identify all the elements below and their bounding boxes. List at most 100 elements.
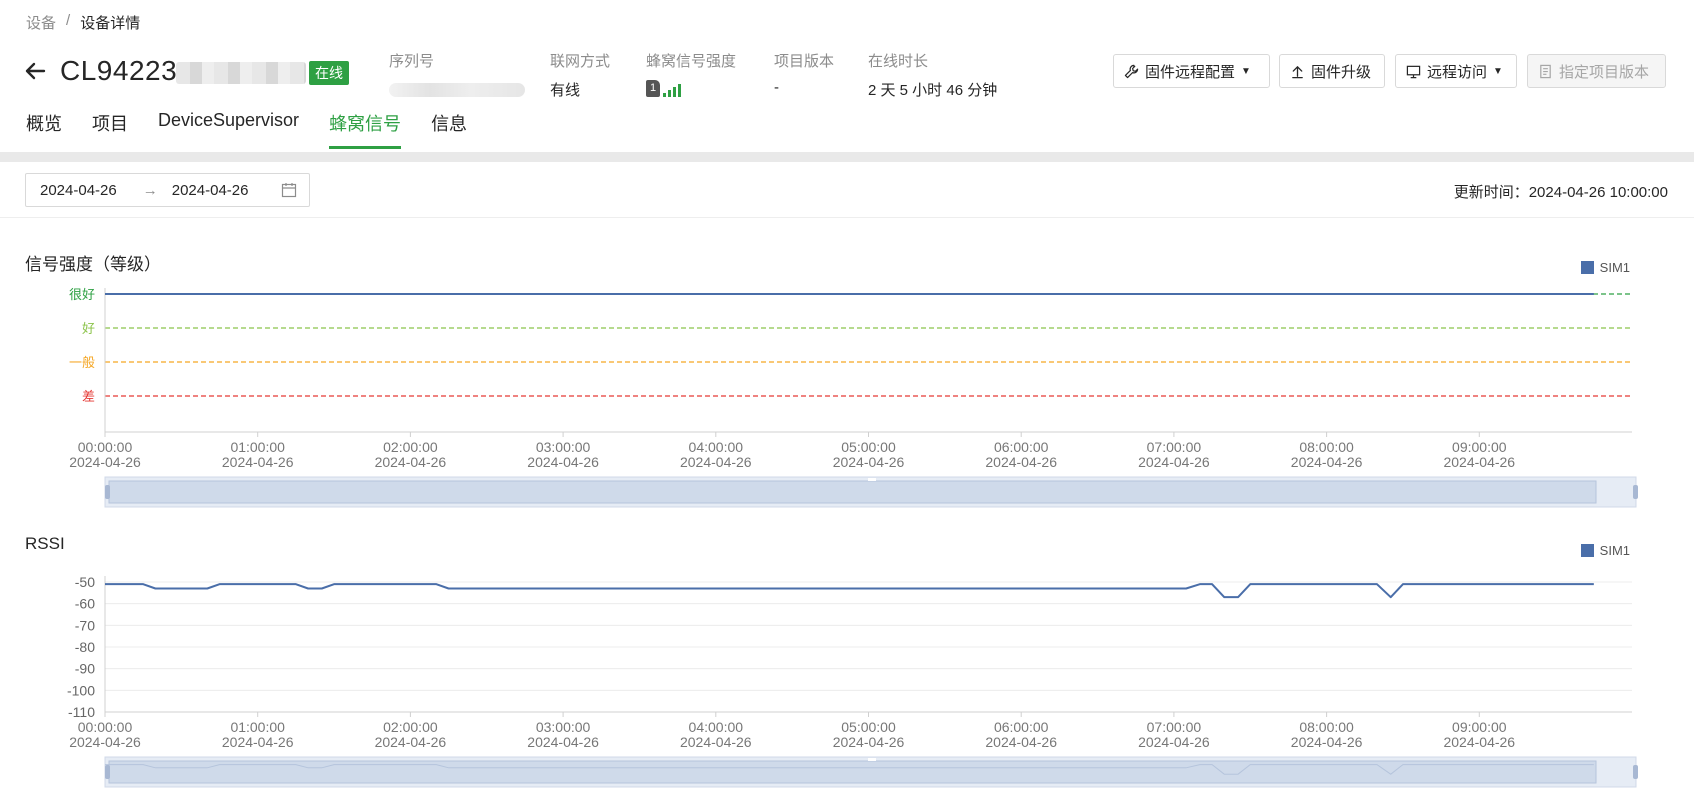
remote-access-label: 远程访问 (1427, 63, 1488, 81)
meta-project-version: 项目版本 - (774, 50, 834, 96)
zoom-slider-left-handle (105, 485, 110, 499)
firmware-config-button[interactable]: 固件远程配置 ▼ (1113, 54, 1270, 88)
series-line-sim1 (105, 583, 1594, 599)
x-tick-label-date: 2024-04-26 (833, 734, 905, 750)
x-tick-label-date: 2024-04-26 (985, 734, 1057, 750)
network-value: 有线 (550, 82, 581, 99)
date-start-input[interactable]: 2024-04-26 (40, 182, 117, 199)
legend-label: SIM1 (1599, 543, 1630, 558)
network-label: 联网方式 (550, 53, 611, 70)
assign-version-label: 指定项目版本 (1559, 63, 1650, 81)
legend-swatch (1580, 261, 1594, 274)
y-level-label: 好 (82, 321, 95, 336)
y-tick-label: -70 (75, 617, 95, 633)
x-tick-label-time: 06:00:00 (994, 439, 1049, 455)
calendar-icon[interactable] (281, 182, 297, 198)
status-badge: 在线 (309, 61, 349, 85)
cellular-signal: 1 (646, 77, 736, 97)
zoom-slider-right-handle (1633, 485, 1638, 499)
x-tick-label-date: 2024-04-26 (833, 454, 905, 470)
x-tick-label-time: 02:00:00 (383, 439, 438, 455)
signal-level-chart: 很好好一般差00:00:002024-04-2601:00:002024-04-… (69, 287, 1638, 508)
back-arrow-icon[interactable] (24, 60, 46, 82)
x-tick-label-time: 03:00:00 (536, 439, 591, 455)
online-value: 2 天 5 小时 46 分钟 (868, 82, 998, 99)
x-tick-label-date: 2024-04-26 (1138, 454, 1210, 470)
y-level-label: 差 (82, 389, 95, 404)
section-divider (0, 152, 1694, 162)
x-tick-label-date: 2024-04-26 (985, 454, 1057, 470)
tab-cellular-signal[interactable]: 蜂窝信号 (329, 110, 402, 149)
signal-level-chart-title: 信号强度（等级） (25, 255, 161, 274)
x-tick-label-date: 2024-04-26 (69, 454, 141, 470)
chevron-down-icon: ▼ (1241, 65, 1251, 77)
assign-version-button[interactable]: 指定项目版本 (1527, 54, 1666, 88)
x-tick-label-time: 05:00:00 (841, 719, 896, 735)
monitor-icon (1406, 65, 1421, 78)
redacted-serial (389, 83, 525, 97)
x-tick-label-date: 2024-04-26 (680, 454, 752, 470)
x-tick-label-time: 04:00:00 (689, 719, 744, 735)
firmware-upgrade-button[interactable]: 固件升级 (1279, 54, 1385, 88)
upload-icon (1292, 65, 1303, 78)
project-version-label: 项目版本 (774, 53, 835, 70)
y-level-label: 很好 (69, 287, 95, 302)
x-tick-label-time: 00:00:00 (78, 719, 133, 735)
remote-access-button[interactable]: 远程访问 ▼ (1395, 54, 1517, 88)
signal-level-legend[interactable]: SIM1 (1580, 260, 1630, 275)
date-range-picker[interactable]: 2024-04-26 → 2024-04-26 (25, 173, 310, 207)
x-tick-label-date: 2024-04-26 (375, 454, 447, 470)
date-end-input[interactable]: 2024-04-26 (172, 182, 249, 199)
tab-bar: 概览 项目 DeviceSupervisor 蜂窝信号 信息 (26, 110, 467, 149)
redacted-device-suffix (176, 62, 306, 84)
x-tick-label-date: 2024-04-26 (375, 734, 447, 750)
x-tick-label-time: 09:00:00 (1452, 439, 1507, 455)
tab-info[interactable]: 信息 (431, 110, 467, 149)
serial-label: 序列号 (389, 53, 435, 70)
chevron-down-icon: ▼ (1493, 65, 1503, 77)
x-tick-label-time: 09:00:00 (1452, 719, 1507, 735)
meta-cellular: 蜂窝信号强度 1 (646, 50, 736, 97)
x-tick-label-date: 2024-04-26 (680, 734, 752, 750)
zoom-slider-grip (868, 758, 876, 761)
y-tick-label: -100 (67, 682, 95, 698)
rssi-chart: -50-60-70-80-90-100-11000:00:002024-04-2… (67, 574, 1638, 788)
x-tick-label-time: 08:00:00 (1299, 719, 1354, 735)
x-tick-label-time: 05:00:00 (841, 439, 896, 455)
rssi-legend[interactable]: SIM1 (1580, 543, 1630, 558)
x-tick-label-time: 00:00:00 (78, 439, 133, 455)
tab-device-supervisor[interactable]: DeviceSupervisor (158, 110, 299, 149)
meta-serial: 序列号 (389, 50, 525, 97)
x-tick-label-time: 01:00:00 (230, 719, 285, 735)
legend-label: SIM1 (1599, 260, 1630, 275)
x-tick-label-date: 2024-04-26 (222, 454, 294, 470)
header-separator (0, 217, 1694, 218)
y-tick-label: -50 (75, 574, 95, 590)
breadcrumb-current: 设备详情 (80, 15, 141, 32)
y-level-label: 一般 (69, 355, 95, 370)
breadcrumb-root[interactable]: 设备 (26, 12, 56, 33)
cellular-label: 蜂窝信号强度 (646, 53, 737, 70)
meta-online-duration: 在线时长 2 天 5 小时 46 分钟 (868, 50, 997, 100)
x-tick-label-date: 2024-04-26 (1291, 454, 1363, 470)
update-time: 更新时间：2024-04-26 10:00:00 (1454, 181, 1668, 202)
zoom-slider-window (108, 480, 1597, 504)
firmware-config-label: 固件远程配置 (1145, 63, 1236, 81)
y-tick-label: -90 (75, 661, 95, 677)
y-tick-label: -110 (68, 704, 95, 720)
breadcrumb: 设备 / 设备详情 (26, 12, 140, 33)
x-tick-label-time: 08:00:00 (1299, 439, 1354, 455)
signal-bars-icon (663, 83, 681, 97)
online-label: 在线时长 (868, 53, 929, 70)
meta-network: 联网方式 有线 (550, 50, 610, 100)
tab-project[interactable]: 项目 (92, 110, 128, 149)
project-version-value: - (774, 79, 779, 96)
tab-overview[interactable]: 概览 (26, 110, 62, 149)
breadcrumb-separator: / (66, 12, 71, 29)
x-tick-label-time: 01:00:00 (230, 439, 285, 455)
rssi-chart-title: RSSI (25, 534, 65, 553)
x-tick-label-date: 2024-04-26 (222, 734, 294, 750)
x-tick-label-time: 07:00:00 (1147, 719, 1202, 735)
update-time-label: 更新时间： (1453, 184, 1529, 201)
zoom-slider-left-handle (105, 765, 110, 779)
